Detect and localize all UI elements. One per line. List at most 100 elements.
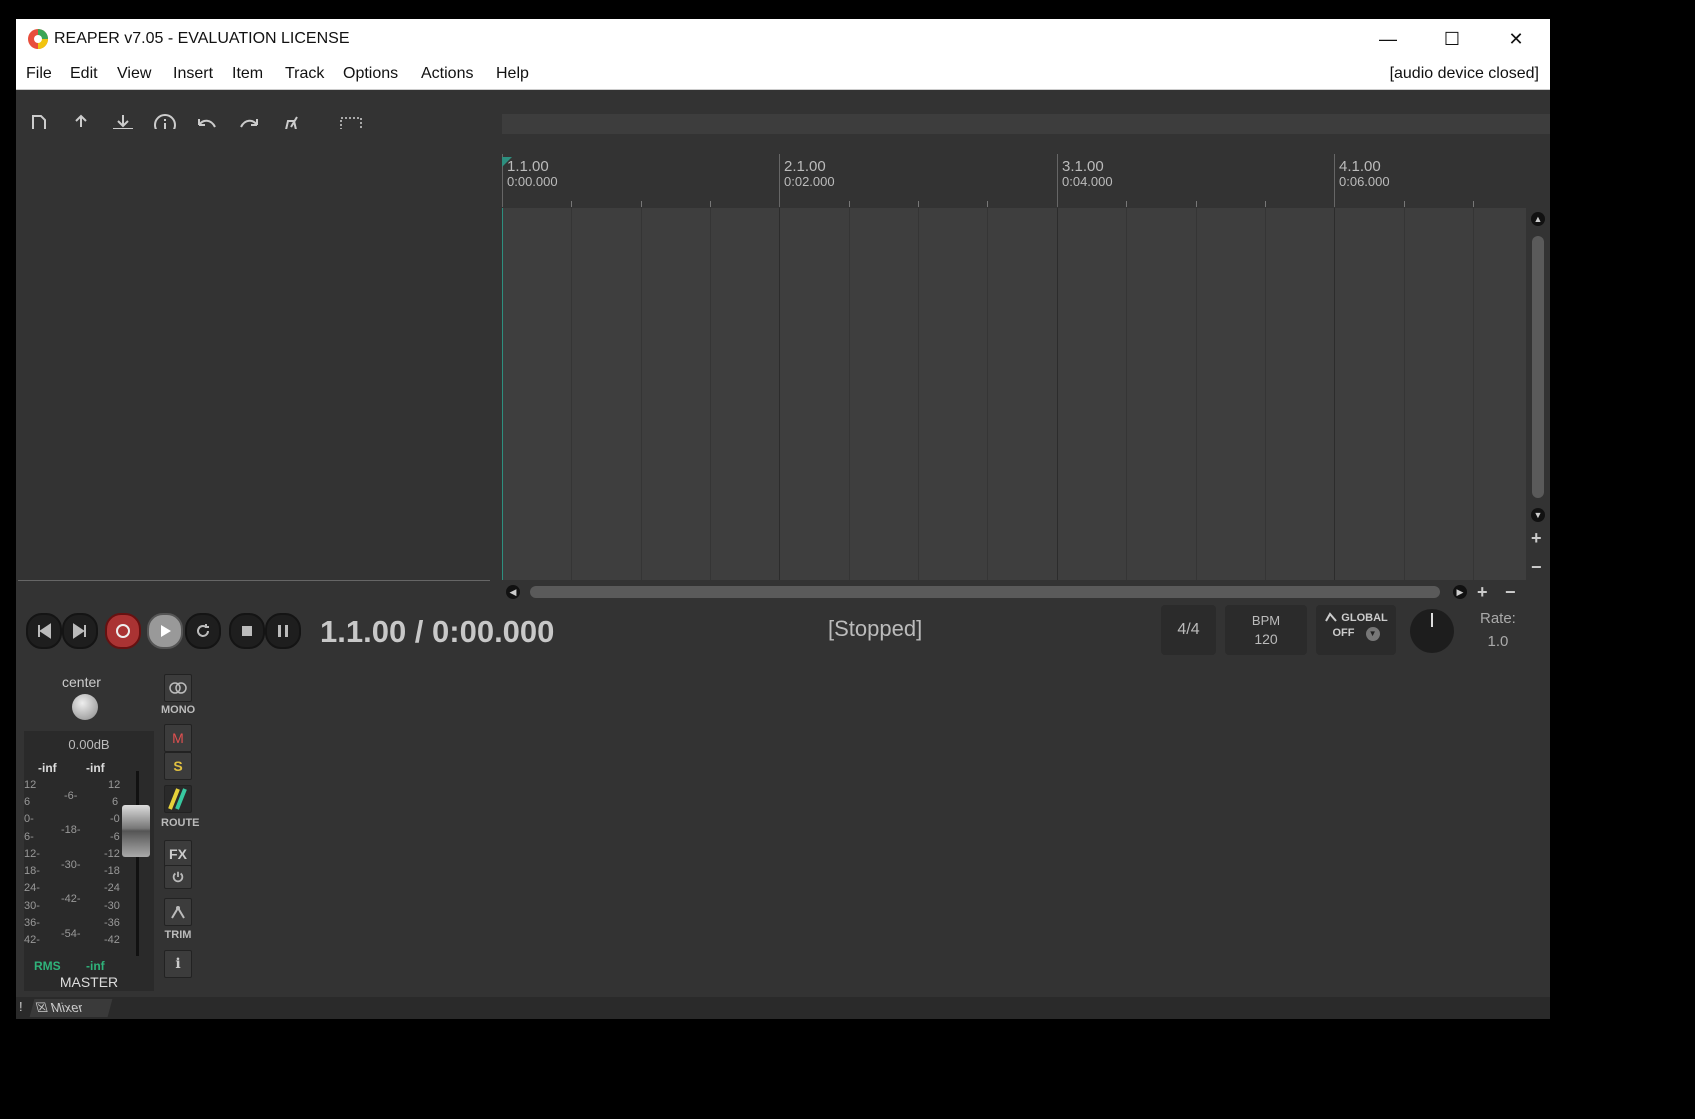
horizontal-zoom-in-icon[interactable]: + [1477, 583, 1488, 601]
scale-tick: -6 [110, 831, 120, 843]
scale-tick: 30- [24, 900, 40, 912]
scale-tick: -30 [104, 900, 120, 912]
menu-actions[interactable]: Actions [421, 65, 473, 83]
menu-bar: File Edit View Insert Item Track Options… [16, 60, 1550, 90]
menu-item[interactable]: Item [232, 65, 263, 83]
pan-label: center [62, 674, 101, 690]
fx-bypass-button[interactable] [164, 865, 192, 889]
record-button[interactable] [105, 613, 141, 649]
menu-track[interactable]: Track [285, 65, 324, 83]
horizontal-scroll-thumb[interactable] [530, 586, 1440, 598]
stereo-mono-icon [169, 682, 187, 694]
docker-tab-bar: ! ☒ Mixer [16, 997, 1550, 1019]
solo-button[interactable]: S [164, 752, 192, 780]
go-to-start-button[interactable] [26, 613, 62, 649]
tab-close-icon[interactable]: ☒ [34, 999, 50, 1017]
audio-device-status[interactable]: [audio device closed] [1390, 65, 1539, 83]
master-meter[interactable]: 0.00dB -inf -inf 12 6 0- 6- 12- 18- 24- … [24, 731, 154, 991]
scale-tick: 0- [24, 813, 34, 825]
dropdown-arrow-icon: ▼ [1365, 627, 1380, 641]
tab-mixer-label: Mixer [49, 1000, 85, 1015]
menu-options[interactable]: Options [343, 65, 398, 83]
mono-button[interactable] [164, 674, 192, 702]
edit-cursor-flag[interactable] [502, 157, 512, 167]
fx-button[interactable]: FX [164, 840, 192, 868]
fader-track[interactable] [136, 771, 139, 956]
timeline-ruler[interactable]: 1.1.00 0:00.000 2.1.00 0:02.000 3.1.00 0:04… [502, 154, 1526, 207]
scale-tick: 12 [24, 779, 37, 791]
peak-left[interactable]: -inf [38, 761, 57, 775]
stop-button[interactable] [229, 613, 265, 649]
global-automation-box[interactable]: GLOBAL OFF ▼ [1316, 605, 1396, 655]
pan-knob[interactable] [72, 694, 98, 720]
maximize-button[interactable]: ☐ [1420, 19, 1484, 60]
play-icon [161, 625, 171, 637]
menu-edit[interactable]: Edit [70, 65, 98, 83]
rms-value: -inf [86, 959, 105, 973]
vertical-zoom-out-icon[interactable]: − [1531, 558, 1542, 576]
close-button[interactable]: ✕ [1484, 19, 1548, 60]
scale-tick: -54- [61, 928, 81, 940]
trim-label: TRIM [164, 929, 192, 941]
scale-tick: -18- [61, 824, 81, 836]
scale-tick: 42- [24, 934, 40, 946]
menu-view[interactable]: View [117, 65, 151, 83]
menu-file[interactable]: File [26, 65, 52, 83]
transport-position[interactable]: 1.1.00 / 0:00.000 [320, 614, 554, 650]
scale-tick: -12 [104, 848, 120, 860]
play-button[interactable] [147, 613, 183, 649]
scroll-left-icon[interactable]: ◀ [506, 585, 520, 599]
info-button[interactable]: i [164, 950, 192, 978]
scroll-down-icon[interactable]: ▼ [1531, 508, 1545, 522]
vertical-scrollbar[interactable]: ▲ ▼ + − [1526, 208, 1550, 580]
automation-icon [1325, 612, 1337, 622]
mute-button[interactable]: M [164, 724, 192, 752]
rate-value: 1.0 [1487, 633, 1509, 650]
scroll-up-icon[interactable]: ▲ [1531, 212, 1545, 226]
scale-tick: 24- [24, 882, 40, 894]
volume-fader[interactable] [122, 805, 150, 857]
route-button[interactable] [164, 785, 192, 813]
vertical-scroll-thumb[interactable] [1532, 236, 1544, 498]
arrange-view[interactable] [502, 208, 1526, 580]
scale-tick: -36 [104, 917, 120, 929]
docker-menu-icon[interactable]: ! [19, 999, 23, 1014]
track-name[interactable]: MASTER [24, 974, 154, 990]
scale-tick: -24 [104, 882, 120, 894]
power-icon [172, 871, 184, 883]
playrate-display[interactable]: Rate: 1.0 [1480, 610, 1516, 650]
horizontal-zoom-out-icon[interactable]: − [1505, 583, 1516, 601]
playrate-knob[interactable] [1410, 609, 1454, 653]
stop-icon [242, 626, 252, 636]
go-to-end-button[interactable] [62, 613, 98, 649]
scale-tick: -30- [61, 859, 81, 871]
bpm-value: 120 [1254, 631, 1278, 647]
peak-right[interactable]: -inf [86, 761, 105, 775]
scroll-right-icon[interactable]: ▶ [1453, 585, 1467, 599]
bpm-box[interactable]: BPM 120 [1225, 605, 1307, 655]
tab-mixer[interactable]: ☒ Mixer [29, 999, 113, 1017]
track-control-panel[interactable] [16, 129, 496, 580]
scale-tick: 12- [24, 848, 40, 860]
pause-button[interactable] [265, 613, 301, 649]
window-title: REAPER v7.05 - EVALUATION LICENSE [54, 30, 350, 47]
route-icon [168, 788, 187, 810]
scale-tick: -42- [61, 893, 81, 905]
vertical-zoom-in-icon[interactable]: + [1531, 529, 1542, 547]
scale-tick: -6- [64, 790, 78, 802]
master-strip: center 0.00dB -inf -inf 12 6 0- 6- 12- 1… [24, 674, 154, 994]
repeat-button[interactable] [185, 613, 221, 649]
horizontal-scrollbar[interactable]: ◀ ▶ + − [502, 583, 1526, 601]
trim-button[interactable] [164, 898, 192, 926]
global-label: GLOBAL [1316, 612, 1396, 624]
rms-label: RMS [34, 959, 61, 973]
menu-help[interactable]: Help [496, 65, 529, 83]
scale-tick: 6 [24, 796, 31, 808]
volume-readout[interactable]: 0.00dB [24, 737, 154, 752]
region-bar[interactable] [502, 114, 1550, 134]
menu-insert[interactable]: Insert [173, 65, 213, 83]
envelope-icon [171, 906, 185, 919]
minimize-button[interactable]: — [1356, 19, 1420, 60]
time-signature[interactable]: 4/4 [1161, 605, 1216, 655]
ruler-marker: 4.1.00 0:06.000 [1339, 158, 1390, 189]
